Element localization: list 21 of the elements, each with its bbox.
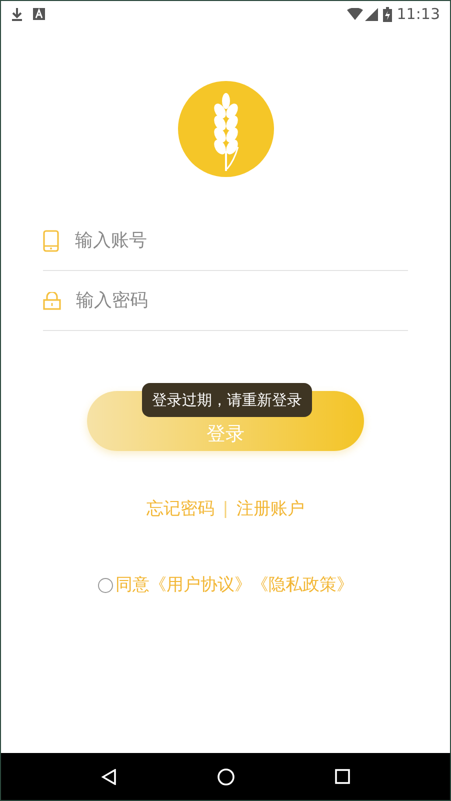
recents-icon[interactable] bbox=[335, 769, 350, 784]
wifi-icon bbox=[346, 8, 363, 20]
lock-icon bbox=[43, 292, 61, 310]
agree-radio[interactable] bbox=[98, 578, 112, 593]
download-icon bbox=[11, 7, 23, 21]
account-field[interactable]: 输入账号 bbox=[75, 227, 408, 254]
phone-icon bbox=[43, 230, 59, 252]
status-time: 11:13 bbox=[396, 4, 440, 25]
battery-icon bbox=[382, 6, 392, 22]
session-toast: 登录过期，请重新登录 bbox=[142, 383, 312, 417]
forgot-password-link[interactable]: 忘记密码 bbox=[146, 497, 215, 522]
agree-label: 同意 bbox=[116, 574, 150, 596]
password-field[interactable]: 输入密码 bbox=[76, 287, 408, 314]
link-separator: | bbox=[222, 498, 228, 521]
agreement-link[interactable]: 《用户协议》 bbox=[150, 572, 252, 598]
back-icon[interactable] bbox=[101, 768, 117, 784]
keyboard-icon bbox=[33, 8, 45, 20]
agreement-link[interactable]: 《隐私政策》 bbox=[252, 572, 354, 598]
signal-icon bbox=[364, 8, 378, 20]
home-icon[interactable] bbox=[217, 768, 235, 786]
register-link[interactable]: 注册账户 bbox=[236, 497, 304, 522]
